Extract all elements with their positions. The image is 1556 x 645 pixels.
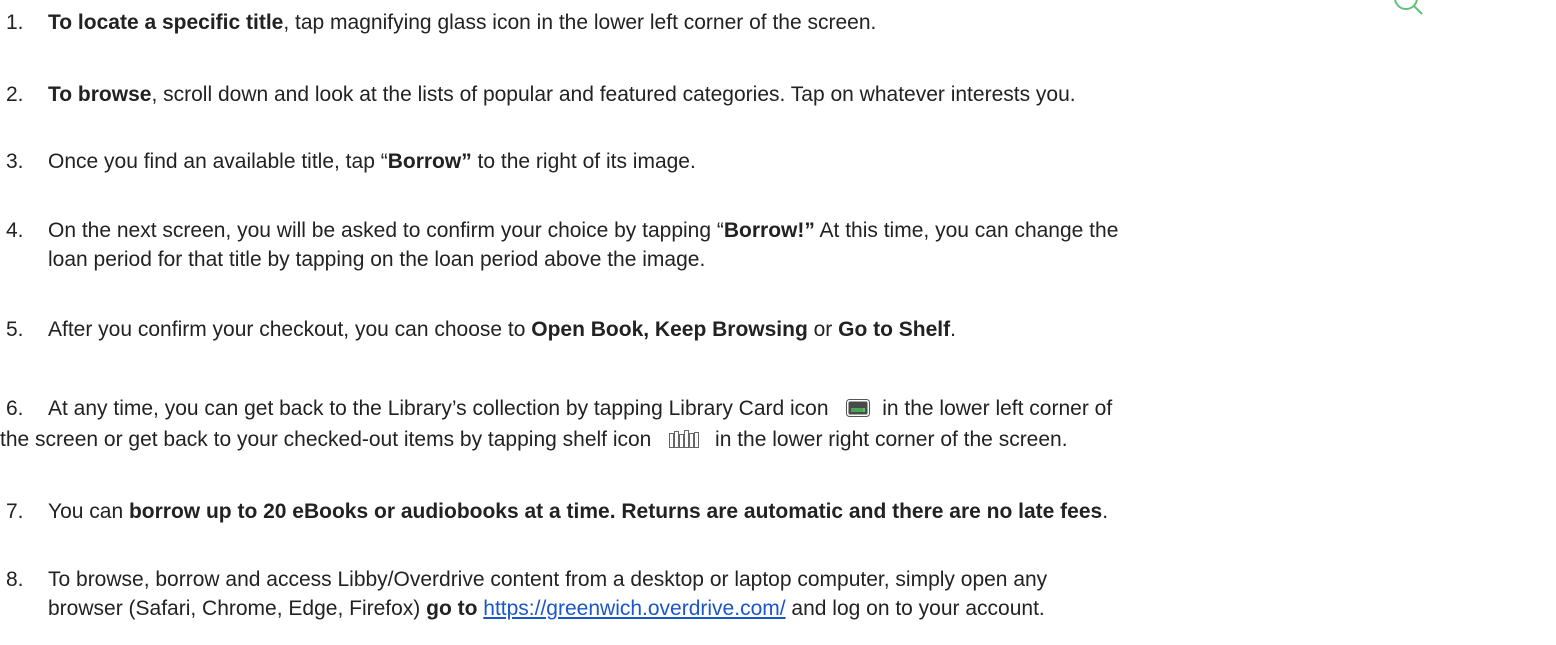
item-bold: Go to Shelf: [838, 318, 951, 341]
item-text: To locate a specific title, tap magnifyi…: [48, 11, 877, 34]
item-bold: borrow up to 20 eBooks or audiobooks at …: [128, 500, 1103, 523]
item-text: On the next screen, you will be asked to…: [48, 219, 1119, 271]
overdrive-link[interactable]: https://greenwich.overdrive.com/: [483, 597, 785, 620]
item-bold: Borrow”: [387, 150, 472, 173]
item-text: After you confirm your checkout, you can…: [48, 318, 956, 341]
item-bold: To browse: [48, 83, 152, 106]
item-number: 7.: [6, 500, 24, 523]
item-bold: To locate a specific title: [48, 11, 284, 34]
item-bold: Borrow!”: [723, 219, 815, 242]
item-text: To browse, scroll down and look at the l…: [48, 83, 1076, 106]
item-number: 5.: [6, 318, 24, 341]
library-card-icon: [846, 396, 871, 425]
item-text: At any time, you can get back to the Lib…: [0, 394, 1550, 456]
shelf-icon: [669, 427, 700, 456]
item-number: 8.: [6, 568, 24, 591]
item-bold: go to: [426, 597, 478, 620]
item-number: 6.: [6, 397, 24, 420]
item-text: Once you find an available title, tap “B…: [48, 150, 696, 173]
item-text: You can borrow up to 20 eBooks or audiob…: [48, 500, 1109, 523]
item-number: 2.: [6, 83, 24, 106]
item-number: 1.: [6, 11, 24, 34]
item-text: To browse, borrow and access Libby/Overd…: [48, 568, 1048, 620]
item-bold: Open Book, Keep Browsing: [531, 318, 808, 341]
item-number: 3.: [6, 150, 24, 173]
item-number: 4.: [6, 219, 24, 242]
